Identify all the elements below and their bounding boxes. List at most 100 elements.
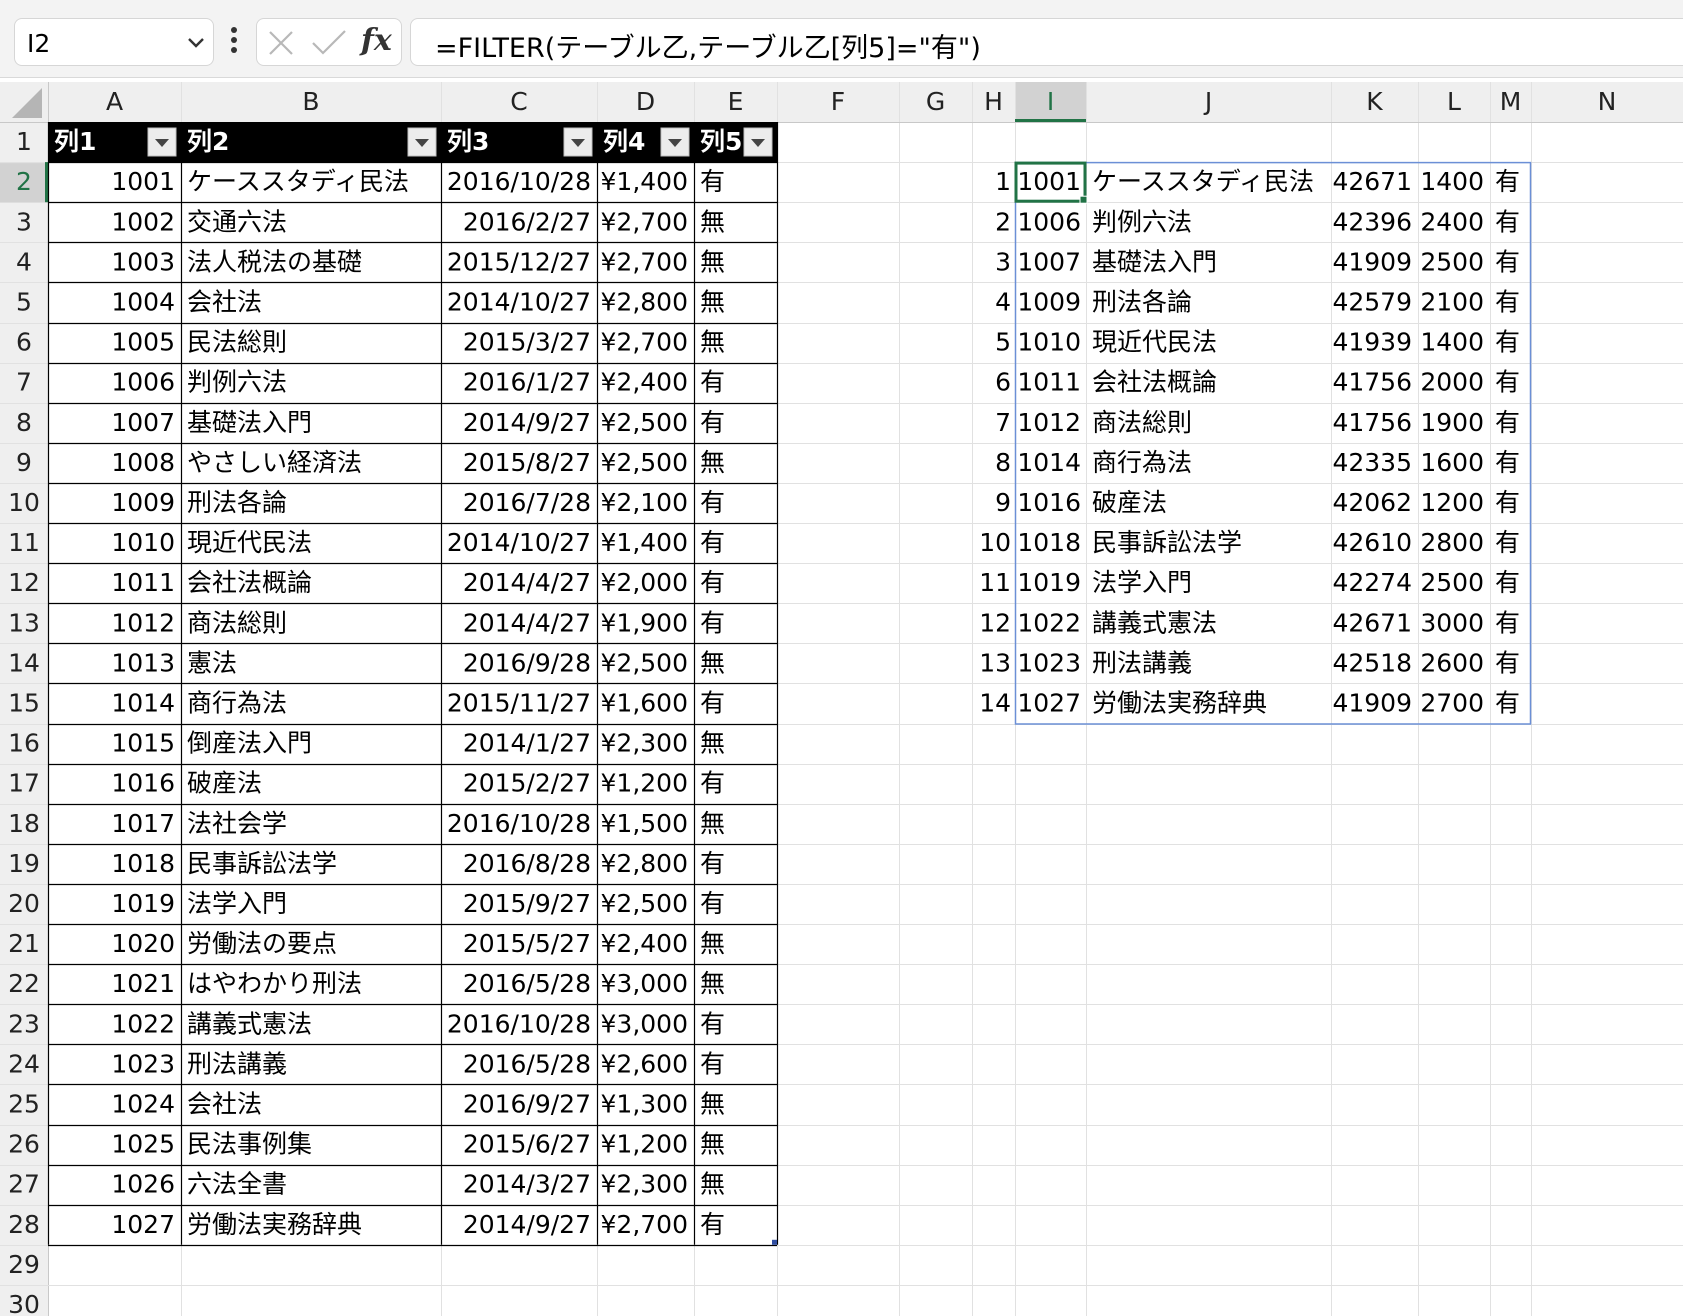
- row-header-13: 13: [8, 608, 40, 637]
- filter-cell: 1023: [1017, 648, 1081, 677]
- row-header-11: 11: [8, 528, 40, 557]
- row-header-8: 8: [16, 408, 32, 437]
- filter-cell: 有: [1495, 688, 1520, 717]
- row-header-20: 20: [8, 889, 40, 918]
- row-header-18: 18: [8, 809, 40, 838]
- filter-cell: 1022: [1017, 608, 1081, 637]
- row-header-26: 26: [8, 1130, 40, 1159]
- filter-cell: 42671: [1332, 608, 1412, 637]
- chevron-down-icon[interactable]: [187, 37, 205, 49]
- formula-input[interactable]: =FILTER(テーブル乙,テーブル乙[列5]="有"): [410, 18, 1683, 66]
- table-cell: 1015: [111, 729, 175, 758]
- table-cell: ¥1,200: [601, 1130, 688, 1159]
- filter-cell: 2800: [1420, 528, 1484, 557]
- checkmark-icon[interactable]: [311, 29, 347, 57]
- row-header-28: 28: [8, 1210, 40, 1239]
- table-cell: 倒産法入門: [187, 729, 312, 758]
- filter-cell: 41756: [1332, 368, 1412, 397]
- filter-index: 8: [995, 448, 1011, 477]
- table-cell: 刑法各論: [187, 488, 287, 517]
- table-cell: 2014/10/27: [447, 287, 591, 316]
- filter-cell: 有: [1495, 568, 1520, 597]
- formula-text: =FILTER(テーブル乙,テーブル乙[列5]="有"): [435, 33, 981, 64]
- table-cell: 2014/4/27: [463, 608, 591, 637]
- fill-handle[interactable]: [1079, 195, 1088, 204]
- filter-cell: 1018: [1017, 528, 1081, 557]
- table-cell: 2015/2/27: [463, 769, 591, 798]
- row-header-24: 24: [8, 1049, 40, 1078]
- filter-cell: 商行為法: [1092, 448, 1192, 477]
- table-cell: 2015/6/27: [463, 1130, 591, 1159]
- row-header-16: 16: [8, 729, 40, 758]
- filter-cell: 有: [1495, 287, 1520, 316]
- filter-cell: 有: [1495, 608, 1520, 637]
- table-cell: 有: [700, 769, 725, 798]
- table-cell: 2016/5/28: [463, 969, 591, 998]
- column-header-d: D: [636, 87, 655, 116]
- table-cell: ¥2,400: [601, 929, 688, 958]
- table-cell: 1009: [111, 488, 175, 517]
- fx-icon[interactable]: fx: [361, 23, 392, 58]
- filter-cell: 有: [1495, 207, 1520, 236]
- table-cell: 1025: [111, 1130, 175, 1159]
- table-cell: 有: [700, 167, 725, 196]
- row-header-15: 15: [8, 688, 40, 717]
- table-cell: 刑法講義: [187, 1049, 287, 1078]
- filter-cell: 刑法講義: [1092, 648, 1192, 677]
- table-cell: 1021: [111, 969, 175, 998]
- table-cell: 法学入門: [187, 889, 287, 918]
- table-cell: 有: [700, 688, 725, 717]
- table-cell: はやわかり刑法: [187, 969, 362, 998]
- table-cell: 会社法: [187, 1089, 262, 1118]
- row-header-25: 25: [8, 1089, 40, 1118]
- name-box[interactable]: I2: [14, 18, 214, 66]
- filter-cell: 2000: [1420, 368, 1484, 397]
- table-cell: ¥3,000: [601, 969, 688, 998]
- formula-bar: I2 fx =FILTER(テーブル乙,テーブル乙[列5]="有"): [0, 0, 1683, 78]
- filter-cell: ケーススタディ民法: [1092, 167, 1314, 196]
- table-cell: 商行為法: [187, 688, 287, 717]
- filter-cell: 1001: [1017, 167, 1081, 196]
- table-resize-handle[interactable]: [772, 1239, 777, 1245]
- filter-cell: 2400: [1420, 207, 1484, 236]
- filter-cell: 2700: [1420, 688, 1484, 717]
- filter-cell: 1014: [1017, 448, 1081, 477]
- table-cell: 有: [700, 1049, 725, 1078]
- table-cell: 有: [700, 528, 725, 557]
- table-cell: ¥1,200: [601, 769, 688, 798]
- table-cell: ¥2,500: [601, 408, 688, 437]
- more-options-icon[interactable]: [230, 26, 238, 54]
- table-cell: 1027: [111, 1210, 175, 1239]
- column-header-c: C: [510, 87, 527, 116]
- filter-cell: 1027: [1017, 688, 1081, 717]
- table-cell: ¥1,900: [601, 608, 688, 637]
- table-cell: 2015/5/27: [463, 929, 591, 958]
- table-cell: 1013: [111, 648, 175, 677]
- table-cell: 2015/3/27: [463, 328, 591, 357]
- worksheet-grid[interactable]: A B C D E F G H I J K L M N 1 2 3 4 5 6 7 8 9 10 11 12 13 14 15 16 17 1…: [0, 82, 1683, 1316]
- table-cell: 無: [700, 1089, 725, 1118]
- table-cell: 1017: [111, 809, 175, 838]
- filter-cell: 42610: [1332, 528, 1412, 557]
- table-cell: 2016/5/28: [463, 1049, 591, 1078]
- table-cell: 2016/8/28: [463, 849, 591, 878]
- row-header-27: 27: [8, 1170, 40, 1199]
- filter-cell: 42335: [1332, 448, 1412, 477]
- row-header-19: 19: [8, 849, 40, 878]
- table-cell: 1019: [111, 889, 175, 918]
- table-cell: 判例六法: [187, 368, 287, 397]
- table-cell: 有: [700, 368, 725, 397]
- filter-cell: 刑法各論: [1092, 287, 1192, 316]
- filter-cell: 42518: [1332, 648, 1412, 677]
- table-cell: 有: [700, 1009, 725, 1038]
- filter-cell: 商法総則: [1092, 408, 1192, 437]
- row-header-30: 30: [8, 1290, 40, 1316]
- table-cell: 無: [700, 729, 725, 758]
- table-cell: ¥2,700: [601, 328, 688, 357]
- worksheet-canvas[interactable]: A B C D E F G H I J K L M N12345678910111213141516171…: [0, 82, 1683, 1316]
- table-cell: 1016: [111, 769, 175, 798]
- column-header-a: A: [106, 87, 123, 116]
- cancel-icon[interactable]: [267, 29, 295, 57]
- table-cell: 1001: [111, 167, 175, 196]
- table-cell: 1010: [111, 528, 175, 557]
